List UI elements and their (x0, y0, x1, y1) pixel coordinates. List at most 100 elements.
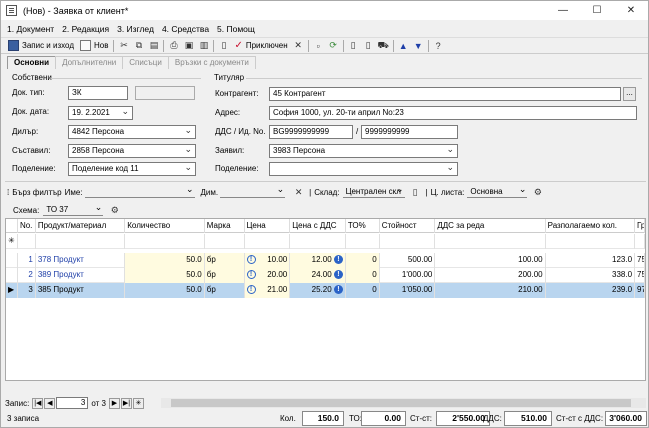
price-info-icon[interactable]: ! (246, 255, 256, 264)
copy-row-icon[interactable]: ▯ (362, 39, 375, 52)
pricelist-settings-icon[interactable]: ⚙ (531, 186, 544, 199)
column-header[interactable]: Разполагаемо кол. (546, 219, 636, 233)
own-division-select[interactable]: Поделение код 11 (68, 162, 196, 176)
name-filter-select[interactable] (84, 184, 195, 198)
product-cell[interactable]: 378 Продукт (36, 253, 126, 268)
warehouse-select[interactable]: Централен скл (342, 184, 405, 198)
warehouse-lock-icon[interactable]: ▯ (409, 186, 422, 199)
cancel-icon[interactable]: ✕ (292, 39, 305, 52)
scrollbar-thumb[interactable] (171, 399, 631, 407)
dim-filter-select[interactable] (220, 184, 286, 198)
maximize-button[interactable]: ☐ (580, 1, 614, 20)
column-header[interactable]: Гр (635, 219, 645, 233)
quantity-cell[interactable]: 50.0 (125, 253, 205, 268)
column-header[interactable]: ДДС за реда (435, 219, 546, 233)
copy-icon[interactable]: ⧉ (132, 39, 145, 52)
pricelist-select[interactable]: Основна (467, 184, 528, 198)
quantity-cell[interactable]: 50.0 (125, 268, 205, 283)
product-cell[interactable]: 389 Продукт (36, 268, 126, 283)
add-row-icon[interactable]: ▯ (347, 39, 360, 52)
info-icon[interactable]: ! (333, 255, 343, 265)
new-button[interactable]: Нов (77, 38, 111, 53)
tab-document-links[interactable]: Връзки с документи (167, 56, 256, 69)
column-header[interactable]: Цена с ДДС (290, 219, 346, 233)
menu-document[interactable]: 1. Документ (7, 24, 54, 34)
holder-division-select[interactable] (269, 162, 458, 176)
scheme-select[interactable]: ТО 37 (43, 202, 104, 216)
save-close-button[interactable]: Запис и изход (5, 38, 77, 53)
column-header[interactable]: ТО% (346, 219, 380, 233)
price-cell[interactable]: ! 10.00 (244, 253, 291, 268)
doc-type-field[interactable]: ЗК (68, 86, 128, 100)
horizontal-scrollbar[interactable] (161, 398, 646, 408)
partner-field[interactable]: 45 Контрагент (269, 87, 621, 101)
menu-edit[interactable]: 2. Редакция (62, 24, 109, 34)
price-cell[interactable]: ! 20.00 (244, 268, 291, 283)
export-icon[interactable]: ▥ (197, 39, 210, 52)
prev-record-button[interactable]: ◀ (44, 397, 56, 409)
print-icon[interactable]: ⎙ (167, 39, 180, 52)
clear-filter-icon[interactable]: ✕ (292, 186, 305, 199)
doc-date-field[interactable]: 19. 2.2021 (68, 106, 133, 120)
paste-icon[interactable]: ▤ (147, 39, 160, 52)
author-select[interactable]: 2858 Персона (68, 144, 196, 158)
table-row[interactable]: 1 378 Продукт 50.0 бр ! 10.00 12.00 ! 0 5… (6, 253, 645, 268)
unit-cell[interactable]: бр (204, 253, 245, 268)
first-record-button[interactable]: |◀ (32, 397, 44, 409)
table-row[interactable]: 2 389 Продукт 50.0 бр ! 20.00 24.00 ! 0 1… (6, 268, 645, 283)
product-cell[interactable]: 385 Продукт (35, 283, 126, 298)
info-icon[interactable]: ! (333, 285, 343, 295)
record-number-field[interactable]: 3 (56, 397, 89, 409)
price-cell[interactable]: ! 21.00 (244, 283, 291, 298)
price-info-icon[interactable]: ! (246, 270, 256, 279)
tab-lists[interactable]: Списъци (122, 56, 169, 69)
document-icon[interactable]: ▯ (217, 39, 230, 52)
info-icon[interactable]: ! (333, 270, 343, 280)
quantity-cell[interactable]: 50.0 (125, 283, 205, 298)
move-down-icon[interactable]: ▼ (412, 39, 425, 52)
menu-view[interactable]: 3. Изглед (117, 24, 154, 34)
cart-icon[interactable]: ⛟ (377, 39, 390, 52)
table-row[interactable]: ▶ 3 385 Продукт 50.0 бр ! 21.00 25.20 ! 0… (6, 283, 645, 298)
new-record-button[interactable]: ✳ (132, 397, 144, 409)
last-record-button[interactable]: ▶| (120, 397, 132, 409)
column-header[interactable]: Марка (205, 219, 245, 233)
tab-additional[interactable]: Допълнителни (55, 56, 124, 69)
unit-cell[interactable]: бр (204, 268, 245, 283)
dealer-select[interactable]: 4842 Персона (68, 125, 196, 139)
cut-icon[interactable]: ✂ (117, 39, 130, 52)
next-record-button[interactable]: ▶ (108, 397, 120, 409)
tab-main[interactable]: Основни (7, 56, 57, 69)
price-vat-cell[interactable]: 24.00 ! (290, 268, 346, 283)
column-header[interactable]: Стойност (380, 219, 436, 233)
partner-browse-button[interactable]: ... (623, 87, 636, 101)
menu-help[interactable]: 5. Помощ (217, 24, 255, 34)
minimize-button[interactable]: — (546, 1, 580, 20)
trash-icon[interactable]: ▫ (312, 39, 325, 52)
column-header[interactable]: Продукт/материал (36, 219, 126, 233)
address-field[interactable]: София 1000, ул. 20-ти април No:23 (269, 106, 637, 120)
print-preview-icon[interactable]: ▣ (182, 39, 195, 52)
column-header[interactable]: No. (18, 219, 36, 233)
price-info-icon[interactable]: ! (246, 285, 256, 294)
close-button[interactable]: ✕ (614, 1, 648, 20)
posted-button[interactable]: ✓ Приключен (231, 38, 290, 53)
column-header[interactable]: Количество (125, 219, 205, 233)
column-header[interactable]: Цена (245, 219, 291, 233)
to-cell[interactable]: 0 (345, 253, 380, 268)
vat-field[interactable]: BG9999999999 (269, 125, 353, 139)
price-vat-cell[interactable]: 25.20 ! (290, 283, 346, 298)
move-up-icon[interactable]: ▲ (397, 39, 410, 52)
new-row[interactable]: ✳ (6, 234, 645, 249)
refresh-icon[interactable]: ⟳ (327, 39, 340, 52)
id-number-field[interactable]: 9999999999 (361, 125, 458, 139)
to-cell[interactable]: 0 (345, 268, 380, 283)
to-cell[interactable]: 0 (345, 283, 380, 298)
unit-cell[interactable]: бр (204, 283, 245, 298)
doc-number-field[interactable] (135, 86, 195, 100)
help-icon[interactable]: ? (432, 39, 445, 52)
menu-tools[interactable]: 4. Средства (162, 24, 209, 34)
price-vat-cell[interactable]: 12.00 ! (290, 253, 346, 268)
scheme-settings-icon[interactable]: ⚙ (108, 204, 121, 217)
requester-select[interactable]: 3983 Персона (269, 144, 458, 158)
